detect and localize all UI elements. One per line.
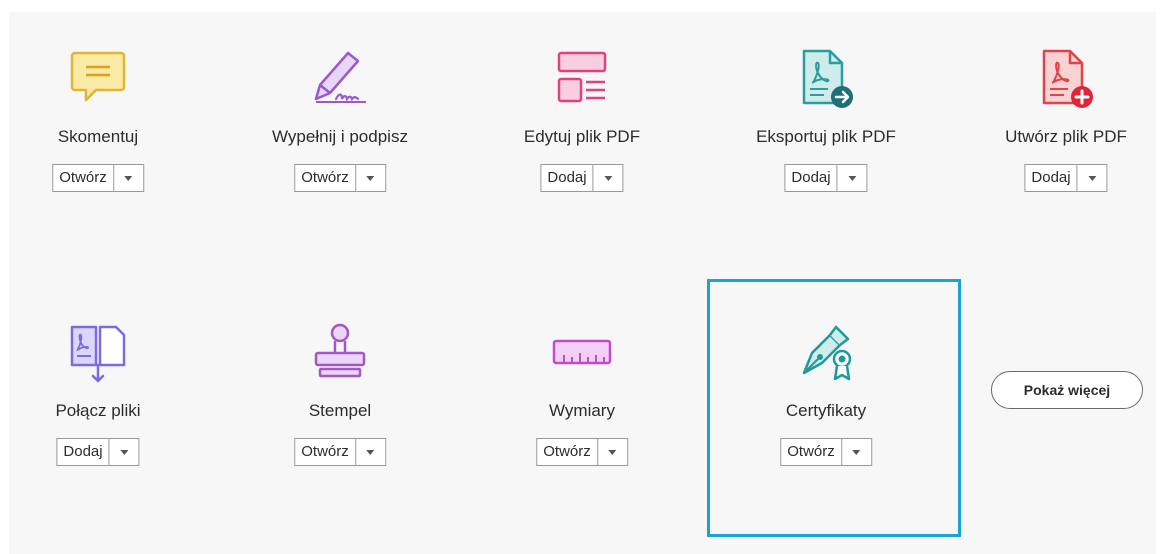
chevron-down-icon [848, 175, 857, 181]
add-split-button: Dodaj [56, 438, 140, 466]
chevron-down-icon [608, 449, 617, 455]
dropdown-button[interactable] [1078, 165, 1107, 191]
chevron-down-icon [852, 449, 861, 455]
chevron-down-icon [124, 175, 133, 181]
open-button[interactable]: Otwórz [295, 439, 355, 465]
add-button[interactable]: Dodaj [541, 165, 592, 191]
dropdown-button[interactable] [842, 439, 871, 465]
open-split-button: Otwórz [294, 164, 386, 192]
tool-measure: Wymiary Otwórz [482, 321, 682, 521]
tool-label: Stempel [308, 401, 372, 420]
open-button[interactable]: Otwórz [53, 165, 113, 191]
open-split-button: Otwórz [294, 438, 386, 466]
tool-label: Połącz pliki [55, 401, 141, 420]
chevron-down-icon [1088, 175, 1097, 181]
open-button[interactable]: Otwórz [781, 439, 841, 465]
tool-stamp: Stempel Otwórz [240, 321, 440, 521]
open-button[interactable]: Otwórz [537, 439, 597, 465]
chevron-down-icon [366, 449, 375, 455]
export-pdf-icon[interactable] [794, 47, 858, 111]
dropdown-button[interactable] [838, 165, 867, 191]
tool-label: Certyfikaty [785, 401, 867, 420]
dropdown-button[interactable] [594, 165, 623, 191]
tool-label: Skomentuj [57, 127, 139, 146]
add-button[interactable]: Dodaj [785, 165, 836, 191]
tool-label: Eksportuj plik PDF [756, 127, 896, 146]
comment-icon[interactable] [66, 47, 130, 111]
tool-fill-sign: Wypełnij i podpisz Otwórz [240, 47, 440, 247]
show-more-button[interactable]: Pokaż więcej [991, 371, 1143, 409]
ruler-icon[interactable] [550, 321, 614, 385]
stamp-icon[interactable] [308, 321, 372, 385]
dropdown-button[interactable] [110, 439, 139, 465]
tool-combine: Połącz pliki Dodaj [0, 321, 196, 521]
combine-files-icon[interactable] [66, 321, 130, 385]
tool-label: Utwórz plik PDF [1005, 127, 1127, 146]
add-split-button: Dodaj [1024, 164, 1108, 192]
open-button[interactable]: Otwórz [295, 165, 355, 191]
open-split-button: Otwórz [52, 164, 144, 192]
edit-pdf-icon[interactable] [550, 47, 614, 111]
tool-certificates: Certyfikaty Otwórz [726, 321, 926, 521]
tool-create-pdf: Utwórz plik PDF Dodaj [968, 47, 1164, 247]
add-button[interactable]: Dodaj [57, 439, 108, 465]
open-split-button: Otwórz [780, 438, 872, 466]
add-split-button: Dodaj [540, 164, 624, 192]
create-pdf-icon[interactable] [1034, 47, 1098, 111]
dropdown-button[interactable] [598, 439, 627, 465]
fill-sign-icon[interactable] [308, 47, 372, 111]
tool-label: Edytuj plik PDF [523, 127, 641, 146]
dropdown-button[interactable] [356, 165, 385, 191]
certificate-pen-icon[interactable] [794, 321, 858, 385]
tool-label: Wypełnij i podpisz [272, 127, 408, 146]
chevron-down-icon [120, 449, 129, 455]
dropdown-button[interactable] [356, 439, 385, 465]
tool-edit-pdf: Edytuj plik PDF Dodaj [482, 47, 682, 247]
dropdown-button[interactable] [114, 165, 143, 191]
tool-label: Wymiary [549, 401, 615, 420]
tool-comment: Skomentuj Otwórz [0, 47, 196, 247]
add-button[interactable]: Dodaj [1025, 165, 1076, 191]
open-split-button: Otwórz [536, 438, 628, 466]
tool-export-pdf: Eksportuj plik PDF Dodaj [726, 47, 926, 247]
add-split-button: Dodaj [784, 164, 868, 192]
chevron-down-icon [604, 175, 613, 181]
chevron-down-icon [366, 175, 375, 181]
